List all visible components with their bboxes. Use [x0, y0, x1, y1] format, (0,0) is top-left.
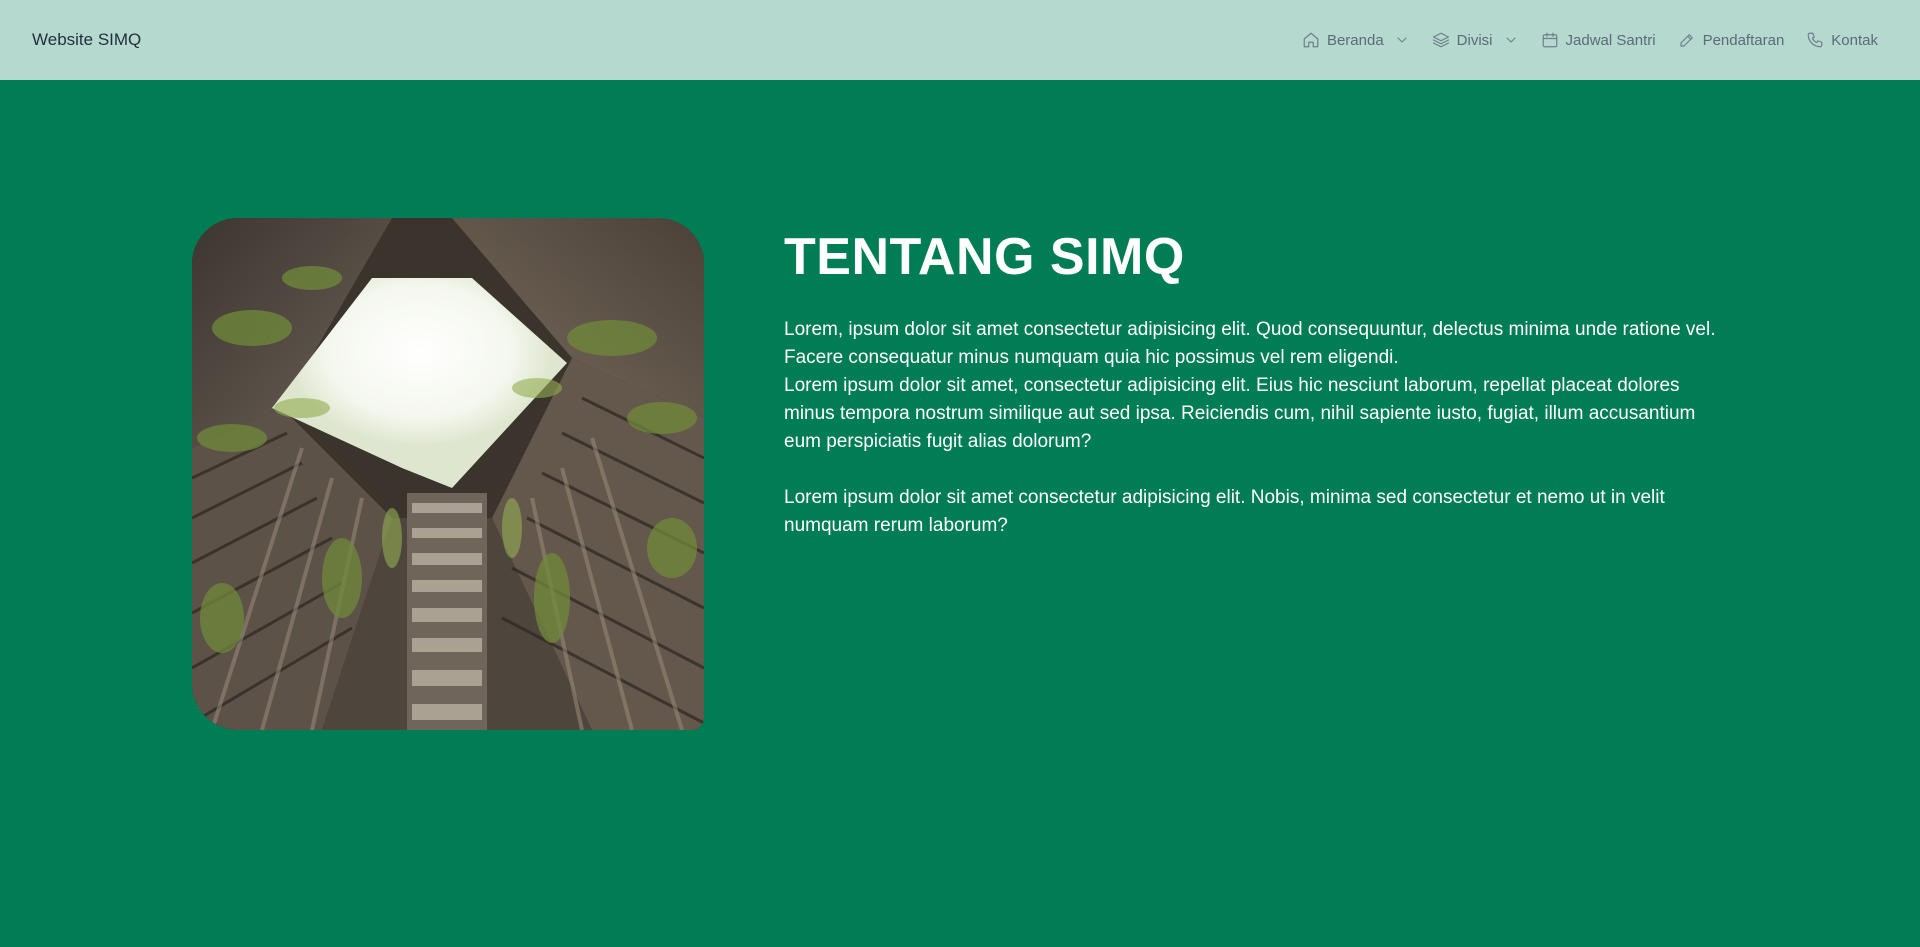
nav-item-label: Jadwal Santri — [1565, 31, 1656, 49]
about-paragraph-2: Lorem ipsum dolor sit amet consectetur a… — [784, 486, 1665, 536]
brand-logo-text[interactable]: Website SIMQ — [32, 30, 141, 50]
about-paragraph-1-line-1: Lorem, ipsum dolor sit amet consectetur … — [784, 318, 1716, 368]
main-nav: Beranda Divisi Jadwal Santri Pendaftaran… — [1302, 31, 1878, 49]
phone-icon — [1806, 31, 1824, 49]
pencil-icon — [1678, 31, 1696, 49]
chevron-down-icon — [1503, 32, 1519, 48]
nav-item-label: Beranda — [1326, 31, 1384, 49]
nav-item-jadwal-santri[interactable]: Jadwal Santri — [1541, 31, 1656, 49]
about-title: TENTANG SIMQ — [784, 228, 1185, 286]
layers-icon — [1432, 31, 1450, 49]
home-icon — [1302, 31, 1320, 49]
navbar: Website SIMQ Beranda Divisi Jadwal Santr… — [0, 0, 1920, 80]
about-paragraph-1-line-2: Lorem ipsum dolor sit amet, consectetur … — [784, 374, 1696, 452]
nav-item-label: Divisi — [1456, 31, 1493, 49]
chevron-down-icon — [1394, 32, 1410, 48]
nav-item-divisi[interactable]: Divisi — [1432, 31, 1519, 49]
nav-item-label: Kontak — [1831, 31, 1878, 49]
nav-item-pendaftaran[interactable]: Pendaftaran — [1678, 31, 1785, 49]
nav-item-kontak[interactable]: Kontak — [1806, 31, 1878, 49]
nav-item-beranda[interactable]: Beranda — [1302, 31, 1410, 49]
calendar-icon — [1541, 31, 1559, 49]
about-photo — [192, 218, 704, 730]
about-section: TENTANG SIMQ Lorem, ipsum dolor sit amet… — [784, 228, 1734, 540]
about-paragraph-1: Lorem, ipsum dolor sit amet consectetur … — [784, 316, 1734, 456]
nav-item-label: Pendaftaran — [1702, 31, 1785, 49]
